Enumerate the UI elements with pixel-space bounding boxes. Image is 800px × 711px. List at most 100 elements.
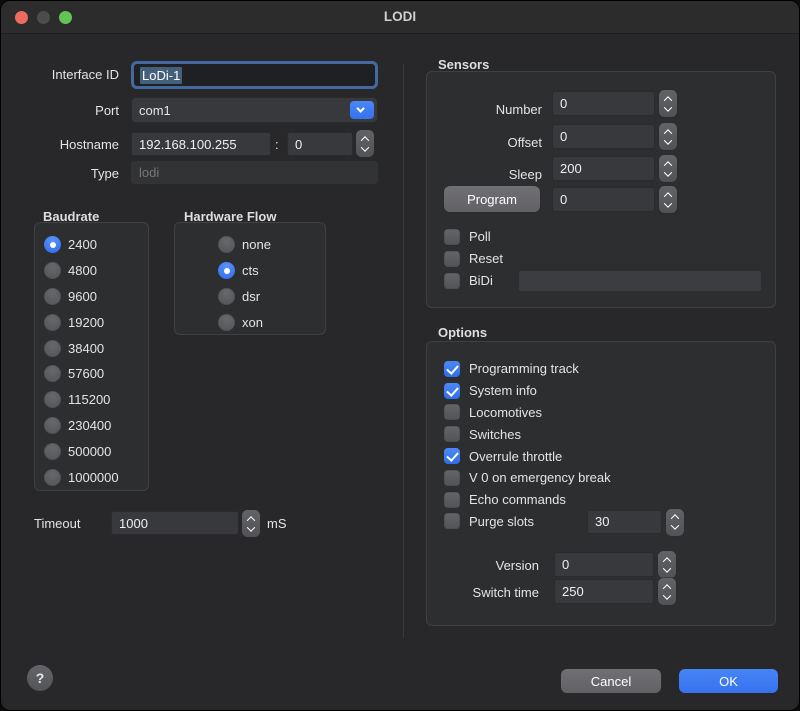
reset-checkbox[interactable] — [444, 251, 460, 267]
cancel-button-label: Cancel — [591, 674, 631, 689]
baudrate-item-label-1: 4800 — [68, 263, 97, 278]
stepper-down-icon[interactable] — [664, 199, 672, 207]
program-input[interactable]: 0 — [552, 187, 655, 212]
baudrate-item-label-6: 115200 — [68, 392, 110, 407]
options-checkbox-icon-6[interactable] — [444, 492, 460, 508]
version-input[interactable]: 0 — [554, 552, 654, 577]
stepper-down-icon[interactable] — [664, 168, 672, 176]
type-input[interactable]: lodi — [131, 161, 378, 184]
baudrate-radio-icon-8[interactable] — [44, 443, 61, 460]
stepper-down-icon[interactable] — [664, 136, 672, 144]
stepper-down-icon[interactable] — [664, 103, 672, 111]
baudrate-radio-icon-4[interactable] — [44, 340, 61, 357]
timeout-stepper[interactable] — [242, 510, 260, 537]
baudrate-radio-icon-0[interactable] — [44, 236, 61, 253]
version-stepper[interactable] — [658, 551, 676, 578]
options-checkbox-row-2[interactable]: Locomotives — [444, 402, 763, 424]
options-checkbox-icon-5[interactable] — [444, 470, 460, 486]
options-inline-input-7[interactable]: 30 — [587, 510, 662, 534]
cancel-button[interactable]: Cancel — [561, 669, 661, 693]
poll-checkbox-row[interactable]: Poll — [444, 226, 491, 248]
baudrate-radio-row-7[interactable]: 230400 — [44, 413, 119, 439]
options-checkbox-icon-2[interactable] — [444, 404, 460, 420]
switch-time-stepper[interactable] — [658, 578, 676, 605]
stepper-down-icon[interactable] — [361, 143, 369, 151]
baudrate-radio-row-2[interactable]: 9600 — [44, 284, 119, 310]
baudrate-radio-row-9[interactable]: 1000000 — [44, 464, 119, 490]
hardware-flow-radio-icon-0[interactable] — [218, 236, 235, 253]
options-checkbox-icon-7[interactable] — [444, 513, 460, 529]
hardware-flow-radio-icon-3[interactable] — [218, 314, 235, 331]
options-checkbox-row-6[interactable]: Echo commands — [444, 489, 763, 511]
baudrate-radio-icon-6[interactable] — [44, 391, 61, 408]
baudrate-radio-row-0[interactable]: 2400 — [44, 232, 119, 258]
bidi-input[interactable] — [518, 270, 762, 292]
options-item-label-2: Locomotives — [469, 405, 542, 420]
sensors-number-input[interactable]: 0 — [552, 91, 655, 116]
stepper-down-icon[interactable] — [663, 564, 671, 572]
baudrate-radio-row-5[interactable]: 57600 — [44, 361, 119, 387]
program-value: 0 — [560, 192, 567, 207]
baudrate-radio-row-8[interactable]: 500000 — [44, 438, 119, 464]
hostname-port-stepper[interactable] — [356, 130, 374, 157]
port-select[interactable]: com1 — [131, 97, 378, 123]
options-checkbox-icon-1[interactable] — [444, 383, 460, 399]
sensors-sleep-input[interactable]: 200 — [552, 156, 655, 181]
hardware-flow-radio-row-1[interactable]: cts — [218, 258, 271, 284]
baudrate-item-label-4: 38400 — [68, 341, 104, 356]
timeout-label: Timeout — [34, 517, 80, 530]
options-checkbox-icon-4[interactable] — [444, 448, 460, 464]
hostname-ip-input[interactable]: 192.168.100.255 — [131, 132, 271, 156]
options-group-box: Programming trackSystem info Locomotives S… — [426, 341, 776, 626]
baudrate-radio-row-4[interactable]: 38400 — [44, 335, 119, 361]
baudrate-radio-icon-5[interactable] — [44, 365, 61, 382]
reset-checkbox-row[interactable]: Reset — [444, 248, 503, 270]
type-label: Type — [1, 167, 119, 180]
options-checkbox-row-5[interactable]: V 0 on emergency break — [444, 467, 763, 489]
program-stepper[interactable] — [659, 186, 677, 213]
options-checkbox-row-1[interactable]: System info — [444, 380, 763, 402]
options-checkbox-row-3[interactable]: Switches — [444, 423, 763, 445]
baudrate-radio-icon-3[interactable] — [44, 314, 61, 331]
hardware-flow-radio-row-3[interactable]: xon — [218, 309, 271, 335]
baudrate-radio-icon-9[interactable] — [44, 469, 61, 486]
options-checkbox-icon-0[interactable] — [444, 361, 460, 377]
options-checkbox-row-7[interactable]: Purge slots 30 — [444, 511, 763, 533]
hardware-flow-radio-row-0[interactable]: none — [218, 232, 271, 258]
sensors-sleep-stepper[interactable] — [659, 155, 677, 182]
program-button[interactable]: Program — [444, 186, 540, 212]
options-checkbox-row-4[interactable]: Overrule throttle — [444, 445, 763, 467]
baudrate-radio-row-6[interactable]: 115200 — [44, 387, 119, 413]
hostname-port-input[interactable]: 0 — [287, 132, 353, 156]
options-item-label-7: Purge slots — [469, 514, 534, 529]
baudrate-radio-icon-7[interactable] — [44, 417, 61, 434]
switch-time-input[interactable]: 250 — [554, 579, 654, 604]
timeout-input[interactable]: 1000 — [111, 511, 239, 535]
stepper-down-icon[interactable] — [247, 523, 255, 531]
baudrate-radio-icon-2[interactable] — [44, 288, 61, 305]
bidi-checkbox[interactable] — [444, 273, 460, 289]
hardware-flow-radio-list: nonectsdsrxon — [218, 232, 271, 335]
hardware-flow-radio-icon-2[interactable] — [218, 288, 235, 305]
options-checkbox-icon-3[interactable] — [444, 426, 460, 442]
baudrate-radio-row-1[interactable]: 4800 — [44, 258, 119, 284]
baudrate-radio-row-3[interactable]: 19200 — [44, 309, 119, 335]
sensors-offset-input[interactable]: 0 — [552, 124, 655, 149]
ok-button[interactable]: OK — [679, 669, 778, 693]
options-inline-stepper-7[interactable] — [666, 509, 684, 536]
baudrate-radio-icon-1[interactable] — [44, 262, 61, 279]
sensors-number-stepper[interactable] — [659, 90, 677, 117]
hardware-flow-radio-row-2[interactable]: dsr — [218, 284, 271, 310]
hardware-flow-radio-icon-1[interactable] — [218, 262, 235, 279]
stepper-down-icon[interactable] — [671, 521, 679, 529]
stepper-down-icon[interactable] — [663, 591, 671, 599]
sensors-number-label: Number — [427, 103, 542, 116]
baudrate-item-label-9: 1000000 — [68, 470, 119, 485]
options-checkbox-row-0[interactable]: Programming track — [444, 358, 763, 380]
poll-checkbox[interactable] — [444, 229, 460, 245]
bidi-checkbox-row[interactable]: BiDi — [444, 270, 493, 292]
sensors-offset-stepper[interactable] — [659, 123, 677, 150]
interface-id-input[interactable]: LoDi-1 — [131, 61, 378, 89]
chevron-down-icon[interactable] — [350, 101, 374, 119]
help-button[interactable]: ? — [27, 665, 53, 691]
